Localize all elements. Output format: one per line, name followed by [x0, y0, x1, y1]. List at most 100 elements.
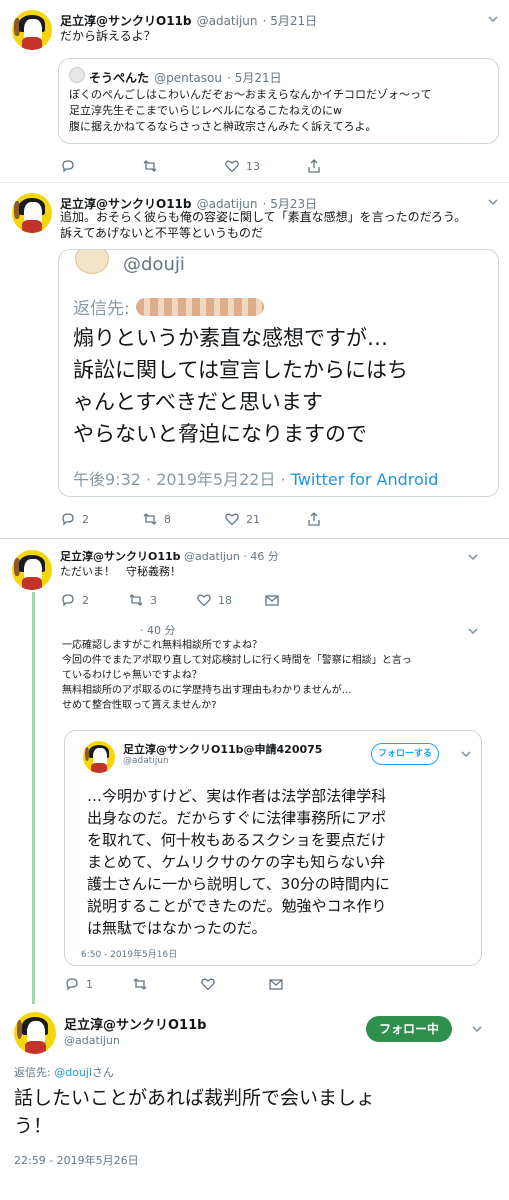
share-icon — [308, 512, 320, 526]
embed-timestamp: 午後9:32 · 2019年5月22日 · — [73, 470, 291, 489]
embed-line: ゃんとすべきだと思います — [73, 390, 323, 414]
reply-count: 2 — [82, 593, 89, 607]
like-button[interactable]: 21 — [224, 511, 306, 527]
retweet-button[interactable] — [132, 976, 200, 992]
tweet-time[interactable]: 40 分 — [147, 624, 176, 637]
display-name[interactable]: 足立淳@サンクリO11b — [64, 1014, 206, 1033]
reply-button[interactable]: 1 — [64, 976, 132, 992]
chevron-down-icon[interactable] — [486, 195, 500, 209]
retweet-button[interactable] — [142, 158, 224, 174]
like-button[interactable]: 18 — [196, 592, 264, 608]
tweet-date: 5月21日 — [234, 71, 282, 85]
quote-line: 腹に据えかねてるならさっさと榊政宗さんみたく訴えてろよ。 — [69, 120, 377, 133]
reply-tweet[interactable]: · 40 分 一応確認しますがこれ無料相談所ですよね？ 今回の件でまたアポ取り直… — [0, 620, 509, 1000]
tweet-text-line: 訴えてあげないと不平等というものだ — [60, 226, 264, 240]
avatar — [83, 741, 115, 773]
avatar[interactable] — [12, 10, 52, 50]
quote-line: は無駄ではなかったのだ。 — [87, 919, 267, 937]
avatar[interactable] — [14, 1012, 56, 1054]
retweet-icon — [143, 160, 157, 172]
like-button[interactable]: 13 — [224, 158, 306, 174]
display-name[interactable]: 足立淳@サンクリO11b — [60, 550, 181, 563]
avatar[interactable] — [12, 193, 52, 233]
display-name: 足立淳@サンクリO11b@申請420075 — [123, 743, 323, 756]
reply-button[interactable]: 2 — [60, 511, 142, 527]
quote-line: まとめて、ケムリクサのケの字も知らない弁 — [87, 853, 386, 871]
tweet-text: だから訴えるよ？ — [60, 29, 156, 43]
share-button[interactable] — [306, 158, 322, 174]
tweet-time[interactable]: 46 分 — [250, 550, 279, 563]
blurred-handle — [135, 297, 264, 316]
tweet-text-line: 無料相談所のアポ取るのに学歴持ち出す理由もわかりませんが… — [62, 685, 352, 696]
avatar — [75, 250, 109, 274]
tweet-timestamp[interactable]: 22:59 - 2019年5月26日 — [14, 1152, 139, 1168]
embedded-tweet-screenshot[interactable]: @douji 返信先: 煽りというか素直な感想ですが… 訴訟に関しては宣言したか… — [58, 249, 499, 497]
heart-icon — [201, 978, 215, 991]
quote-line: 護士さんに一から説明して、30分の時間内に — [87, 875, 390, 893]
embed-handle: @douji — [123, 254, 185, 275]
heart-icon — [225, 513, 239, 526]
tweet-5-expanded[interactable]: 足立淳@サンクリO11b @adatijun フォロー中 返信先: @douji… — [0, 1004, 509, 1200]
tweet-text-line: 追加。おそらく彼らも俺の容姿に関して「素直な感想」を言ったのだろう。 — [60, 210, 467, 224]
reply-to-handle-link[interactable]: @douji — [54, 1066, 92, 1079]
reply-icon — [62, 513, 74, 526]
envelope-icon — [265, 595, 279, 606]
avatar[interactable] — [12, 550, 52, 590]
following-button[interactable]: フォロー中 — [366, 1016, 452, 1042]
quote-line: 足立淳先生そこまでいらじレベルになるこたねえのにw — [69, 104, 342, 117]
reply-to-suffix: さん — [92, 1066, 114, 1079]
share-button[interactable] — [306, 511, 322, 527]
tweet-date[interactable]: 5月21日 — [270, 14, 317, 28]
handle[interactable]: @adatijun — [197, 14, 258, 28]
retweet-button[interactable]: 3 — [128, 592, 196, 608]
embed-line: 煽りというか素直な感想ですが… — [73, 326, 388, 350]
reply-icon — [62, 594, 74, 607]
reply-count: 1 — [86, 977, 93, 991]
follow-button[interactable]: フォローする — [371, 743, 439, 765]
like-count: 21 — [246, 512, 260, 526]
chevron-down-icon[interactable] — [459, 747, 473, 761]
handle[interactable]: @adatijun — [64, 1034, 120, 1047]
chevron-down-icon[interactable] — [470, 1022, 484, 1036]
reply-button[interactable] — [60, 158, 142, 174]
share-icon — [308, 159, 320, 173]
reply-button[interactable]: 2 — [60, 592, 128, 608]
quote-line: 出身なのだ。だからすぐに法律事務所にアポ — [87, 809, 387, 827]
tweet-text-line: せめて整合性取って貰えませんか? — [62, 700, 217, 711]
reply-icon — [62, 160, 74, 173]
tweet-2[interactable]: 足立淳@サンクリO11b @adatijun · 5月23日 追加。おそらく彼ら… — [0, 183, 509, 538]
tweet-text-line: 一応確認しますがこれ無料相談所ですよね？ — [62, 640, 262, 651]
message-button[interactable] — [264, 592, 280, 608]
tweet-text-line: 今回の件でまたアポ取り直して対応検討しに行く時間を「警察に相談」と言っ — [62, 655, 412, 666]
message-button[interactable] — [268, 976, 284, 992]
like-count: 13 — [246, 159, 260, 173]
chevron-down-icon[interactable] — [466, 624, 480, 638]
embed-source-link[interactable]: Twitter for Android — [291, 470, 439, 489]
retweet-count: 8 — [164, 512, 171, 526]
handle[interactable]: @adatijun — [184, 550, 240, 563]
tweet-text-line: ているわけじゃ無いですよね？ — [62, 670, 202, 681]
heart-icon — [225, 160, 239, 173]
tweet-1[interactable]: 足立淳@サンクリO11b @adatijun · 5月21日 だから訴えるよ？ … — [0, 0, 509, 182]
tweet-text-line: 話したいことがあれば裁判所で会いましょ — [14, 1087, 376, 1109]
tweet-3[interactable]: 足立淳@サンクリO11b @adatijun · 46 分 ただいま！ 守秘義務… — [0, 540, 509, 616]
quote-line: …今明かすけど、実は作者は法学部法律学科 — [87, 787, 387, 805]
like-count: 18 — [218, 593, 232, 607]
embed-line: やらないと脅迫になりますので — [73, 422, 367, 446]
quote-line: ぼくのぺんごしはこわいんだぞぉ〜おまえらなんかイチコロだゾォ〜って — [69, 88, 432, 101]
embed-line: 訴訟に関しては宣言したからにはち — [73, 358, 408, 382]
display-name: そうぺんた — [89, 71, 150, 85]
reply-icon — [66, 978, 78, 991]
retweet-button[interactable]: 8 — [142, 511, 224, 527]
display-name[interactable]: 足立淳@サンクリO11b — [60, 14, 192, 28]
quote-timestamp[interactable]: 6:50 - 2019年5月16日 — [81, 947, 177, 960]
like-button[interactable] — [200, 976, 268, 992]
handle: @adatijun — [123, 756, 169, 766]
tweet-text: ただいま！ 守秘義務！ — [60, 565, 181, 578]
handle: @pentasou — [154, 71, 222, 85]
quoted-tweet[interactable]: そうぺんた @pentasou · 5月21日 ぼくのぺんごしはこわいんだぞぉ〜… — [58, 58, 499, 144]
chevron-down-icon[interactable] — [486, 12, 500, 26]
quoted-tweet[interactable]: 足立淳@サンクリO11b@申請420075 @adatijun フォローする …… — [64, 730, 482, 966]
retweet-icon — [143, 513, 157, 525]
chevron-down-icon[interactable] — [466, 550, 480, 564]
